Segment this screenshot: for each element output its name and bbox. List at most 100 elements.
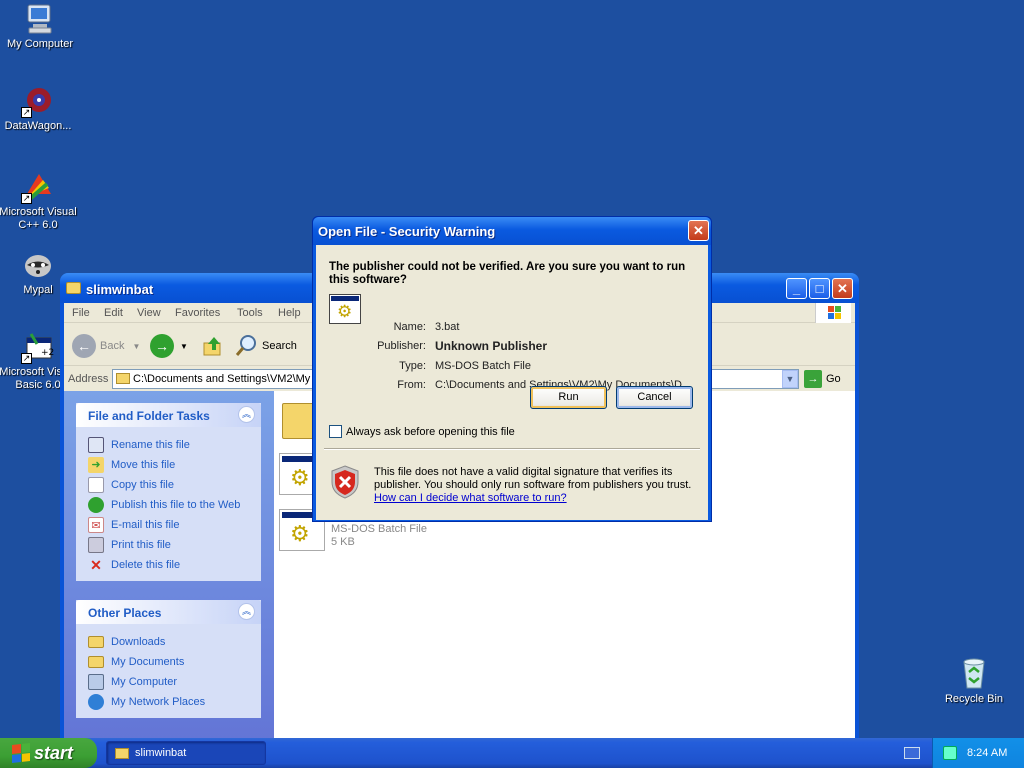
desktop-icon-my-computer[interactable]: My Computer — [0, 2, 80, 51]
visual-basic-icon: +2 ↗ — [21, 330, 55, 364]
dialog-question: The publisher could not be verified. Are… — [329, 261, 686, 286]
desktop-icon-visual-cpp[interactable]: ↗ Microsoft Visual C++ 6.0 — [0, 170, 78, 232]
forward-button[interactable]: → ▼ — [150, 333, 188, 359]
back-button[interactable]: ← Back ▼ — [72, 333, 140, 359]
help-link[interactable]: How can I decide what software to run? — [374, 492, 567, 504]
task-pane: File and Folder Tasks ︽ Rename this file… — [64, 391, 274, 740]
dialog-title-bar[interactable]: Open File - Security Warning ✕ — [313, 217, 711, 245]
panel-title: Other Places — [88, 606, 162, 620]
place-label: My Documents — [111, 656, 185, 668]
always-ask-checkbox[interactable] — [329, 425, 342, 438]
up-folder-button[interactable] — [202, 333, 224, 359]
place-my-computer[interactable]: My Computer — [88, 672, 261, 692]
start-button[interactable]: start — [0, 738, 97, 768]
taskbar-window-label: slimwinbat — [135, 747, 187, 759]
address-label: Address — [68, 373, 109, 385]
folder-icon[interactable] — [282, 403, 316, 439]
collapse-chevron-icon[interactable]: ︽ — [238, 603, 255, 620]
menu-view[interactable]: View — [137, 307, 161, 319]
run-button[interactable]: Run — [530, 386, 607, 409]
keyboard-icon[interactable] — [904, 747, 920, 759]
place-label: My Network Places — [111, 696, 206, 708]
dialog-close-button[interactable]: ✕ — [688, 220, 709, 241]
place-label: My Computer — [111, 676, 178, 688]
rename-icon — [88, 437, 104, 453]
folder-icon — [116, 373, 130, 384]
name-value: 3.bat — [435, 321, 460, 333]
network-tray-icon[interactable] — [943, 746, 957, 760]
windows-logo-icon — [815, 303, 851, 323]
menu-favorites[interactable]: Favorites — [175, 307, 220, 319]
security-warning-dialog: Open File - Security Warning ✕ The publi… — [312, 216, 712, 522]
task-move-file[interactable]: ➜ Move this file — [88, 455, 261, 475]
task-label: Rename this file — [111, 439, 190, 451]
menu-help[interactable]: Help — [278, 307, 301, 319]
task-rename-file[interactable]: Rename this file — [88, 435, 261, 455]
file-size: 5 KB — [331, 536, 355, 548]
task-print-file[interactable]: Print this file — [88, 535, 261, 555]
menu-edit[interactable]: Edit — [104, 307, 123, 319]
go-button[interactable]: → Go — [804, 370, 841, 388]
task-label: Publish this file to the Web — [111, 499, 241, 511]
task-delete-file[interactable]: ✕ Delete this file — [88, 555, 261, 575]
from-label: From: — [397, 379, 426, 391]
taskbar-window-slimwinbat[interactable]: slimwinbat — [106, 741, 266, 765]
collapse-chevron-icon[interactable]: ︽ — [238, 406, 255, 423]
chevron-down-icon: ▼ — [180, 341, 188, 351]
explorer-title: slimwinbat — [86, 282, 154, 297]
panel-title: File and Folder Tasks — [88, 409, 210, 423]
type-value: MS-DOS Batch File — [435, 360, 531, 372]
network-icon — [88, 694, 104, 710]
type-label: Type: — [399, 360, 426, 372]
always-ask-label: Always ask before opening this file — [346, 425, 515, 438]
minimize-button[interactable]: _ — [786, 278, 807, 299]
dialog-title: Open File - Security Warning — [318, 224, 496, 239]
move-icon: ➜ — [88, 457, 104, 473]
task-copy-file[interactable]: Copy this file — [88, 475, 261, 495]
warning-message: This file does not have a valid digital … — [374, 466, 699, 505]
maximize-button[interactable]: □ — [809, 278, 830, 299]
recycle-bin-label: Recycle Bin — [944, 693, 1004, 705]
clock[interactable]: 8:24 AM — [967, 747, 1007, 759]
email-icon: ✉ — [88, 517, 104, 533]
search-button[interactable]: Search — [234, 333, 297, 359]
close-button[interactable]: ✕ — [832, 278, 853, 299]
cancel-button[interactable]: Cancel — [616, 386, 693, 409]
folder-icon — [115, 747, 129, 759]
place-my-documents[interactable]: My Documents — [88, 652, 261, 672]
task-label: Copy this file — [111, 479, 174, 491]
task-label: Move this file — [111, 459, 176, 471]
always-ask-checkbox-row[interactable]: Always ask before opening this file — [329, 425, 515, 438]
publisher-label: Publisher: — [377, 340, 426, 352]
file-type: MS-DOS Batch File — [331, 523, 427, 535]
panel-header[interactable]: File and Folder Tasks ︽ — [76, 403, 261, 427]
file-folder-tasks-panel: File and Folder Tasks ︽ Rename this file… — [76, 403, 261, 581]
search-label: Search — [262, 340, 297, 352]
visual-cpp-icon: ↗ — [21, 170, 55, 204]
computer-icon — [23, 2, 57, 36]
name-label: Name: — [393, 321, 426, 333]
task-email-file[interactable]: ✉ E-mail this file — [88, 515, 261, 535]
desktop-icon-datawagon[interactable]: ↗ DataWagon... — [0, 84, 78, 133]
back-label: Back — [100, 340, 125, 352]
system-tray: 8:24 AM — [932, 738, 1024, 768]
desktop-icon-label: My Computer — [6, 38, 74, 50]
place-downloads[interactable]: Downloads — [88, 632, 261, 652]
chevron-down-icon: ▼ — [132, 341, 141, 351]
windows-flag-icon — [12, 743, 30, 763]
datawagon-icon: ↗ — [21, 84, 55, 118]
folder-icon — [88, 636, 104, 648]
recycle-bin-icon — [963, 658, 985, 689]
desktop-icon-label: DataWagon... — [4, 120, 72, 132]
menu-tools[interactable]: Tools — [237, 307, 263, 319]
address-dropdown-button[interactable]: ▼ — [782, 370, 798, 388]
menu-file[interactable]: File — [72, 307, 90, 319]
taskbar: start slimwinbat 8:24 AM — [0, 738, 1024, 768]
task-publish-web[interactable]: Publish this file to the Web — [88, 495, 261, 515]
go-arrow-icon: → — [804, 370, 822, 388]
copy-icon — [88, 477, 104, 493]
dialog-body: The publisher could not be verified. Are… — [316, 245, 708, 520]
place-network[interactable]: My Network Places — [88, 692, 261, 712]
panel-header[interactable]: Other Places ︽ — [76, 600, 261, 624]
desktop-icon-recycle-bin[interactable]: Recycle Bin — [934, 656, 1014, 705]
